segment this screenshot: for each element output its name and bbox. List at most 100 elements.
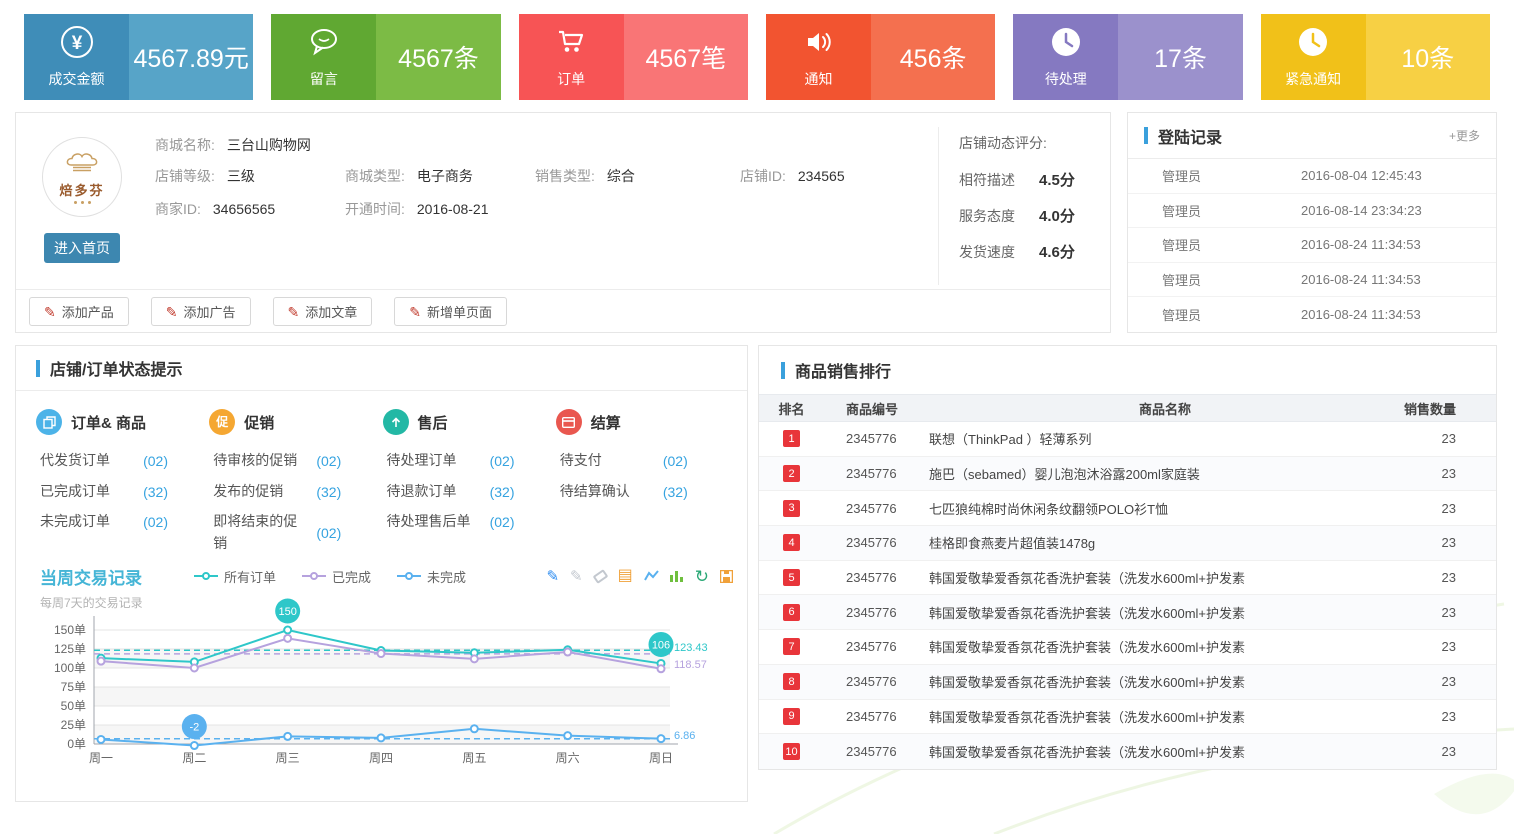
status-item[interactable]: 待处理订单(02) [387,450,515,472]
add-article-button[interactable]: ✎添加文章 [273,297,373,326]
svg-text:118.57: 118.57 [674,659,707,671]
clock-icon [1049,25,1083,64]
group-orders: 订单& 商品 代发货订单(02) 已完成订单(32) 未完成订单(02) [36,409,209,564]
more-link[interactable]: +更多 [1449,127,1480,144]
refresh-icon[interactable]: ↻ [695,568,709,585]
svg-text:100单: 100单 [54,661,86,675]
line-chart-icon[interactable] [644,570,659,582]
group-title: 结算 [591,412,621,433]
shop-logo-text: 焙多芬 [59,180,104,199]
status-item[interactable]: 待处理售后单(02) [387,511,515,533]
add-page-button[interactable]: ✎新增单页面 [394,297,507,326]
login-record-row: 管理员2016-08-24 11:34:53 [1128,263,1496,298]
svg-text:150单: 150单 [54,623,86,637]
status-item[interactable]: 代发货订单(02) [40,450,168,472]
status-item[interactable]: 已完成订单(32) [40,481,168,503]
table-row[interactable]: 12345776联想（ThinkPad ）轻薄系列23 [759,422,1496,457]
logo-decoration [74,201,91,204]
stat-card-pending[interactable]: 待处理 17条 [1013,14,1242,100]
save-icon[interactable] [720,570,733,583]
svg-text:150: 150 [278,606,296,618]
stat-card-value: 4567条 [376,14,500,100]
yen-icon: ¥ [60,25,94,64]
svg-text:周三: 周三 [276,751,300,765]
enter-homepage-button[interactable]: 进入首页 [44,233,120,263]
status-item[interactable]: 待审核的促销(02) [213,450,341,472]
stat-card-label: 待处理 [1045,69,1087,89]
status-item[interactable]: 未完成订单(02) [40,511,168,533]
alarm-clock-icon [1296,25,1330,64]
group-title: 订单& 商品 [71,412,146,433]
login-records-panel: 登陆记录 +更多 管理员2016-08-04 12:45:43 管理员2016-… [1127,112,1497,333]
chart-legend: 所有订单 已完成 未完成 [194,567,466,586]
edit-icon: ✎ [166,305,178,319]
svg-text:125单: 125单 [54,642,86,656]
field-sales-type: 销售类型:综合 [535,166,635,186]
status-item[interactable]: 待支付(02) [560,450,688,472]
status-groups: 订单& 商品 代发货订单(02) 已完成订单(32) 未完成订单(02) 促促销… [16,391,747,564]
login-record-row: 管理员2016-08-04 12:45:43 [1128,159,1496,194]
stat-card-notices[interactable]: 通知 456条 [766,14,995,100]
svg-text:75单: 75单 [61,680,86,694]
svg-text:周四: 周四 [369,751,393,765]
table-row[interactable]: 32345776七匹狼纯棉时尚休闲条纹翻领POLO衫T恤23 [759,491,1496,526]
rank-badge: 9 [783,708,800,725]
rating-row: 服务态度4.0分 [959,205,1106,226]
table-row[interactable]: 82345776韩国爱敬挚爱香氛花香洗护套装（洗发水600ml+护发素23 [759,665,1496,700]
stat-card-label: 通知 [804,69,832,89]
orders-icon [36,409,62,435]
stat-card-amount[interactable]: ¥ 成交金额 4567.89元 [24,14,253,100]
pencil-icon[interactable]: ✎ [570,569,583,584]
table-row[interactable]: 102345776韩国爱敬挚爱香氛花香洗护套装（洗发水600ml+护发素23 [759,734,1496,769]
status-item[interactable]: 待结算确认(32) [560,481,688,503]
svg-text:周日: 周日 [649,751,673,765]
stat-card-label: 订单 [557,69,585,89]
stat-card-value: 4567.89元 [129,14,253,100]
status-panel: 店铺/订单状态提示 订单& 商品 代发货订单(02) 已完成订单(32) 未完成… [15,345,748,802]
stat-card-orders[interactable]: 订单 4567笔 [519,14,748,100]
data-view-icon[interactable]: ▤ [618,568,633,584]
shop-info-panel: 焙多芬 进入首页 商城名称:三台山购物网 店铺等级:三级 商城类型:电子商务 销… [15,112,1111,333]
field-merchant-id: 商家ID:34656565 [155,199,275,219]
bar-chart-icon[interactable] [670,570,684,582]
rating-title: 店铺动态评分: [959,133,1106,153]
field-mall-type: 商城类型:电子商务 [345,166,473,186]
add-product-button[interactable]: ✎添加产品 [29,297,129,326]
stat-card-urgent[interactable]: 紧急通知 10条 [1261,14,1490,100]
login-record-row: 管理员2016-08-14 23:34:23 [1128,194,1496,229]
svg-text:6.86: 6.86 [674,730,695,742]
group-promotions: 促促销 待审核的促销(02) 发布的促销(32) 即将结束的促销(02) [209,409,382,564]
status-item[interactable]: 发布的促销(32) [213,481,341,503]
aftersale-icon [383,409,409,435]
field-shop-name: 商城名称:三台山购物网 [155,135,311,155]
stat-card-messages[interactable]: 留言 4567条 [271,14,500,100]
legend-item[interactable]: 所有订单 [194,567,276,586]
settlement-icon [556,409,582,435]
stat-card-label: 成交金额 [49,69,105,89]
table-row[interactable]: 72345776韩国爱敬挚爱香氛花香洗护套装（洗发水600ml+护发素23 [759,630,1496,665]
status-item[interactable]: 待退款订单(32) [387,481,515,503]
status-item[interactable]: 即将结束的促销(02) [213,511,341,554]
table-row[interactable]: 62345776韩国爱敬挚爱香氛花香洗护套装（洗发水600ml+护发素23 [759,595,1496,630]
cart-icon [554,25,588,64]
table-row[interactable]: 52345776韩国爱敬挚爱香氛花香洗护套装（洗发水600ml+护发素23 [759,561,1496,596]
legend-item[interactable]: 已完成 [302,567,371,586]
table-row[interactable]: 92345776韩国爱敬挚爱香氛花香洗护套装（洗发水600ml+护发素23 [759,700,1496,735]
stat-card-value: 10条 [1366,14,1490,100]
group-aftersale: 售后 待处理订单(02) 待退款订单(32) 待处理售后单(02) [383,409,556,564]
stat-card-value: 456条 [871,14,995,100]
svg-text:周六: 周六 [556,751,580,765]
table-row[interactable]: 22345776施巴（sebamed）婴儿泡泡沐浴露200ml家庭装23 [759,457,1496,492]
group-title: 售后 [418,412,448,433]
edit-icon[interactable]: ✎ [546,569,559,584]
rank-badge: 5 [783,569,800,586]
stat-card-value: 4567笔 [624,14,748,100]
field-open-date: 开通时间:2016-08-21 [345,199,489,219]
legend-item[interactable]: 未完成 [397,567,466,586]
eraser-icon[interactable] [594,572,607,581]
add-ad-button[interactable]: ✎添加广告 [151,297,251,326]
table-row[interactable]: 42345776桂格即食燕麦片超值装1478g23 [759,526,1496,561]
edit-icon: ✎ [288,305,300,319]
promo-icon: 促 [209,409,235,435]
edit-icon: ✎ [409,305,421,319]
